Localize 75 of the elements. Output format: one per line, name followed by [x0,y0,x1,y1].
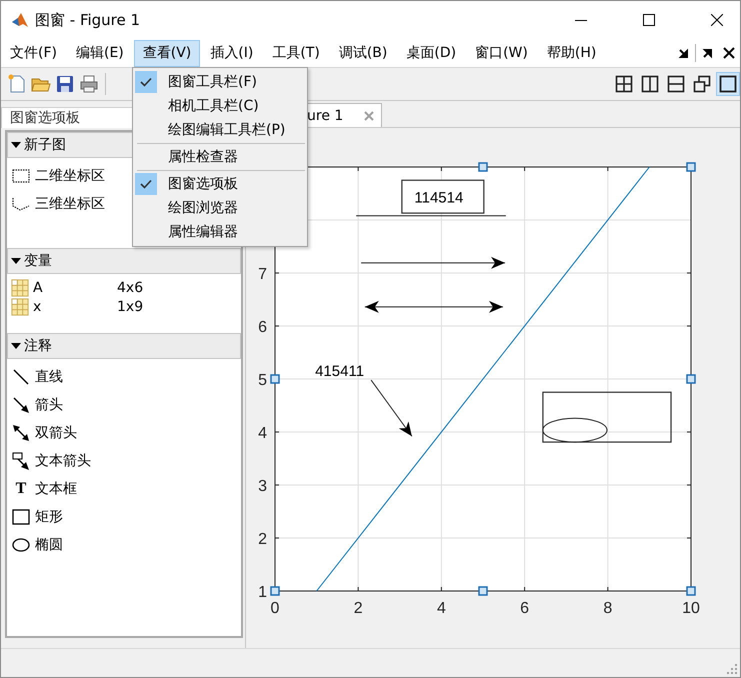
text-arrow-icon[interactable] [11,451,31,471]
variable-name: A [33,280,44,296]
tick-label: 3 [258,478,267,495]
text-t-icon[interactable]: T [11,480,31,498]
selection-handle[interactable] [686,586,696,596]
selection-handle[interactable] [270,586,280,596]
maximize-icon[interactable] [643,14,655,26]
selection-handle[interactable] [686,162,696,172]
tick-label: 4 [436,600,446,617]
selection-handle[interactable] [478,162,488,172]
selection-handle[interactable] [478,586,488,596]
menu-item[interactable]: 帮助(H) [538,40,606,66]
menu-item[interactable]: 属性编辑器 [133,220,307,244]
window-title: 图窗 - Figure 1 [35,10,142,30]
menu-item[interactable]: 工具(T) [263,40,329,66]
menu-item[interactable]: 绘图浏览器 [133,196,307,220]
palette-item[interactable]: 文本框 [35,480,77,498]
collapse-triangle-icon[interactable] [11,141,21,149]
collapse-triangle-icon[interactable] [11,257,21,265]
tick-label: 0 [270,600,280,617]
variable-name: x [33,298,42,314]
variable-size: 4x6 [117,280,144,296]
annotation-ellipse [542,418,608,443]
undock-arrow-icon[interactable] [678,47,690,59]
menu-item[interactable]: 插入(I) [201,40,262,66]
selection-handle[interactable] [686,374,696,384]
dock-arrow-icon[interactable] [701,47,713,59]
rectangle-icon[interactable] [11,507,31,527]
printer-icon[interactable] [79,74,99,94]
tick-label: 1 [258,584,267,601]
close-icon[interactable] [723,47,735,59]
section-title: 注释 [24,337,52,355]
collapse-triangle-icon[interactable] [11,342,21,350]
variable-size: 1x9 [117,298,144,314]
palette-item[interactable]: 二维坐标区 [35,167,105,185]
tick-label: 8 [603,600,612,617]
selection-handle[interactable] [270,374,280,384]
annotation-text: 415411 [315,363,364,380]
palette-item[interactable]: 直线 [35,368,63,386]
menu-item[interactable]: 编辑(E) [66,40,133,66]
section-title: 变量 [24,252,52,270]
annotation-arrow [370,380,412,437]
tick-label: 7 [258,266,267,283]
tick-label: 6 [520,600,530,617]
palette-item[interactable]: 三维坐标区 [35,195,105,213]
palette-item[interactable]: 椭圆 [35,536,63,554]
save-icon[interactable] [55,74,75,94]
tick-label: 2 [354,600,363,617]
annotation-text: 114514 [414,190,464,207]
menu-item[interactable]: 查看(V) [134,40,200,66]
palette-item[interactable]: 文本箭头 [35,452,91,470]
single-pane-button[interactable] [716,72,740,96]
menu-item[interactable]: 图窗选项板 [133,172,307,196]
tick-label: 4 [258,425,267,442]
menu-item[interactable]: 图窗工具栏(F) [133,70,307,94]
tick-label: 5 [258,372,267,389]
palette-item[interactable]: 矩形 [35,508,63,526]
tick-label: 2 [258,531,267,548]
palette-item[interactable]: 箭头 [35,396,63,414]
menu-item[interactable]: 文件(F) [1,40,66,66]
new-file-icon[interactable] [7,74,27,94]
menu-item[interactable]: 桌面(D) [397,40,466,66]
menu-item[interactable]: 窗口(W) [466,40,537,66]
close-icon[interactable] [711,14,723,26]
menu-item[interactable]: 调试(B) [330,40,396,66]
menu-item[interactable]: 属性检查器 [133,145,307,169]
peak-logo-icon [11,11,29,29]
resize-grip-icon[interactable] [726,663,738,675]
arrow-icon[interactable] [11,395,31,415]
double-arrow-icon[interactable] [11,423,31,443]
palette-item[interactable]: 双箭头 [35,424,77,442]
section-title: 新子图 [24,136,66,154]
line-icon[interactable] [11,367,31,387]
tick-label: 10 [682,600,700,617]
tick-label: 6 [258,319,267,336]
